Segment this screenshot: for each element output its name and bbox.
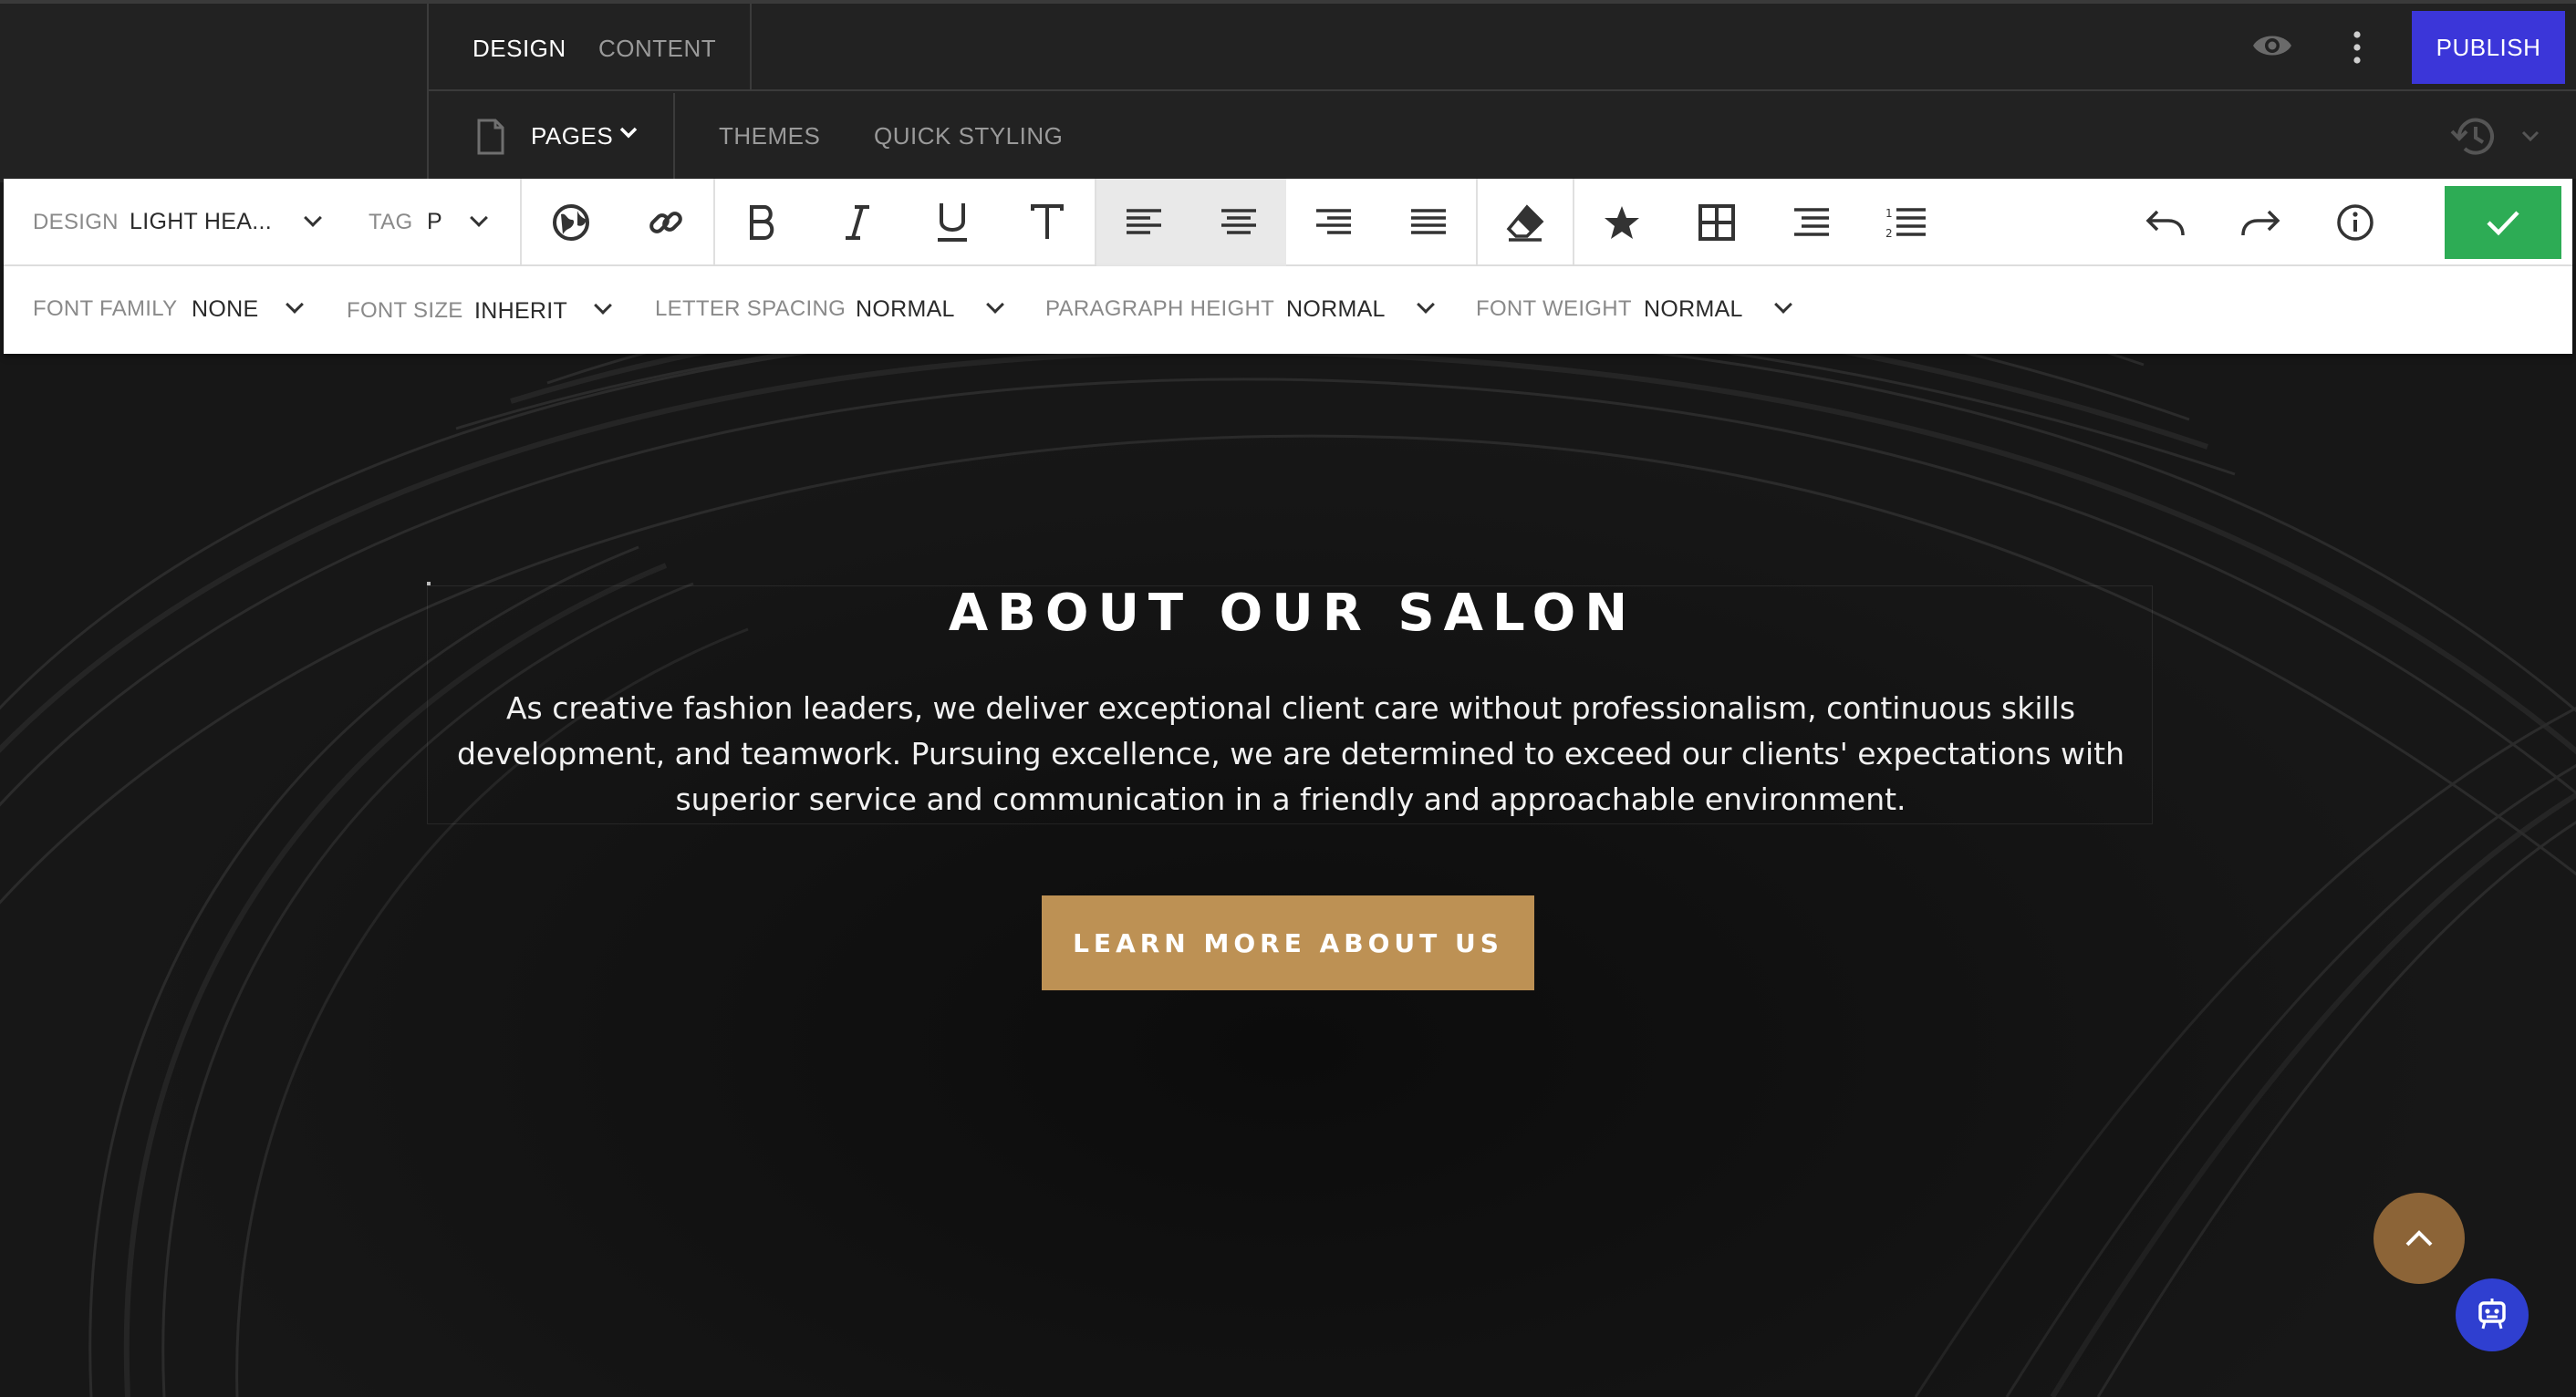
eraser-icon[interactable] bbox=[1478, 179, 1573, 266]
bullet-list-icon[interactable] bbox=[1764, 179, 1859, 266]
divider bbox=[520, 179, 522, 266]
design-select[interactable]: LIGHT HEA... bbox=[130, 209, 272, 235]
page-icon bbox=[476, 119, 505, 160]
preview-eye-icon[interactable] bbox=[2251, 29, 2293, 67]
paragraph-height-label: PARAGRAPH HEIGHT bbox=[1045, 296, 1275, 321]
letter-spacing-chevron-down-icon[interactable] bbox=[986, 295, 1004, 314]
underline-icon[interactable] bbox=[905, 179, 1000, 266]
letter-spacing-select[interactable]: NORMAL bbox=[856, 296, 955, 323]
font-weight-label: FONT WEIGHT bbox=[1476, 296, 1632, 321]
font-size-label: FONT SIZE bbox=[347, 298, 463, 323]
undo-icon[interactable] bbox=[2118, 179, 2213, 266]
redo-icon[interactable] bbox=[2213, 179, 2308, 266]
editor-top-bar: DESIGN CONTENT PUBLISH PAGES THEMES QUIC… bbox=[0, 0, 2576, 182]
chevron-down-icon[interactable] bbox=[618, 126, 639, 143]
chevron-up-icon bbox=[2405, 1230, 2433, 1247]
design-chevron-down-icon[interactable] bbox=[304, 209, 322, 227]
divider bbox=[673, 93, 675, 182]
link-icon[interactable] bbox=[618, 179, 713, 266]
editor-nav-row: PAGES THEMES QUICK STYLING bbox=[429, 93, 2576, 182]
robot-icon bbox=[2478, 1299, 2506, 1330]
pages-dropdown[interactable]: PAGES bbox=[531, 122, 613, 150]
font-family-label: FONT FAMILY bbox=[33, 296, 178, 321]
font-weight-chevron-down-icon[interactable] bbox=[1774, 295, 1792, 314]
tag-chevron-down-icon[interactable] bbox=[470, 209, 488, 227]
info-icon[interactable] bbox=[2308, 179, 2403, 266]
learn-more-button[interactable]: LEARN MORE ABOUT US bbox=[1042, 895, 1534, 990]
numbered-list-icon[interactable]: 12 bbox=[1859, 179, 1954, 266]
star-icon[interactable] bbox=[1574, 179, 1669, 266]
section-paragraph[interactable]: As creative fashion leaders, we deliver … bbox=[429, 686, 2153, 823]
font-weight-select[interactable]: NORMAL bbox=[1644, 296, 1743, 323]
history-chevron-down-icon[interactable] bbox=[2521, 129, 2540, 146]
paragraph-height-select[interactable]: NORMAL bbox=[1286, 296, 1386, 323]
font-size-chevron-down-icon[interactable] bbox=[594, 296, 612, 315]
tag-select[interactable]: P bbox=[427, 209, 442, 235]
tag-label: TAG bbox=[369, 210, 413, 234]
text-style-bar: FONT FAMILY NONE FONT SIZE INHERIT LETTE… bbox=[4, 266, 2572, 354]
editor-mode-row: DESIGN CONTENT PUBLISH bbox=[429, 4, 2576, 91]
tab-content[interactable]: CONTENT bbox=[598, 35, 716, 63]
more-options-icon[interactable] bbox=[2352, 29, 2363, 70]
themes-link[interactable]: THEMES bbox=[719, 122, 820, 150]
svg-text:2: 2 bbox=[1885, 227, 1893, 239]
table-icon[interactable] bbox=[1669, 179, 1764, 266]
align-right-icon[interactable] bbox=[1286, 179, 1381, 266]
globe-icon[interactable] bbox=[524, 179, 618, 266]
text-type-icon[interactable] bbox=[1000, 179, 1095, 266]
tab-design[interactable]: DESIGN bbox=[473, 35, 566, 63]
svg-text:1: 1 bbox=[1885, 207, 1893, 220]
assistant-button[interactable] bbox=[2456, 1278, 2529, 1351]
align-left-icon[interactable] bbox=[1096, 179, 1191, 266]
text-format-toolbar: DESIGN LIGHT HEA... TAG P 1 2 bbox=[4, 179, 2572, 266]
publish-button[interactable]: PUBLISH bbox=[2412, 11, 2565, 84]
checkmark-icon bbox=[2487, 211, 2519, 236]
scroll-to-top-button[interactable] bbox=[2373, 1193, 2465, 1284]
font-family-chevron-down-icon[interactable] bbox=[286, 295, 304, 314]
align-justify-icon[interactable] bbox=[1381, 179, 1476, 266]
quick-styling-link[interactable]: QUICK STYLING bbox=[874, 122, 1063, 150]
bold-icon[interactable] bbox=[715, 179, 810, 266]
logo-area bbox=[0, 4, 429, 182]
design-label: DESIGN bbox=[33, 210, 119, 234]
letter-spacing-label: LETTER SPACING bbox=[655, 296, 847, 321]
history-icon[interactable] bbox=[2450, 115, 2498, 163]
italic-icon[interactable] bbox=[810, 179, 905, 266]
section-heading[interactable]: ABOUT OUR SALON bbox=[0, 584, 2576, 643]
confirm-button[interactable] bbox=[2445, 186, 2561, 259]
align-center-icon[interactable] bbox=[1191, 179, 1286, 266]
font-family-select[interactable]: NONE bbox=[192, 296, 258, 323]
font-size-select[interactable]: INHERIT bbox=[474, 298, 567, 325]
paragraph-height-chevron-down-icon[interactable] bbox=[1417, 295, 1435, 314]
divider bbox=[750, 4, 752, 91]
